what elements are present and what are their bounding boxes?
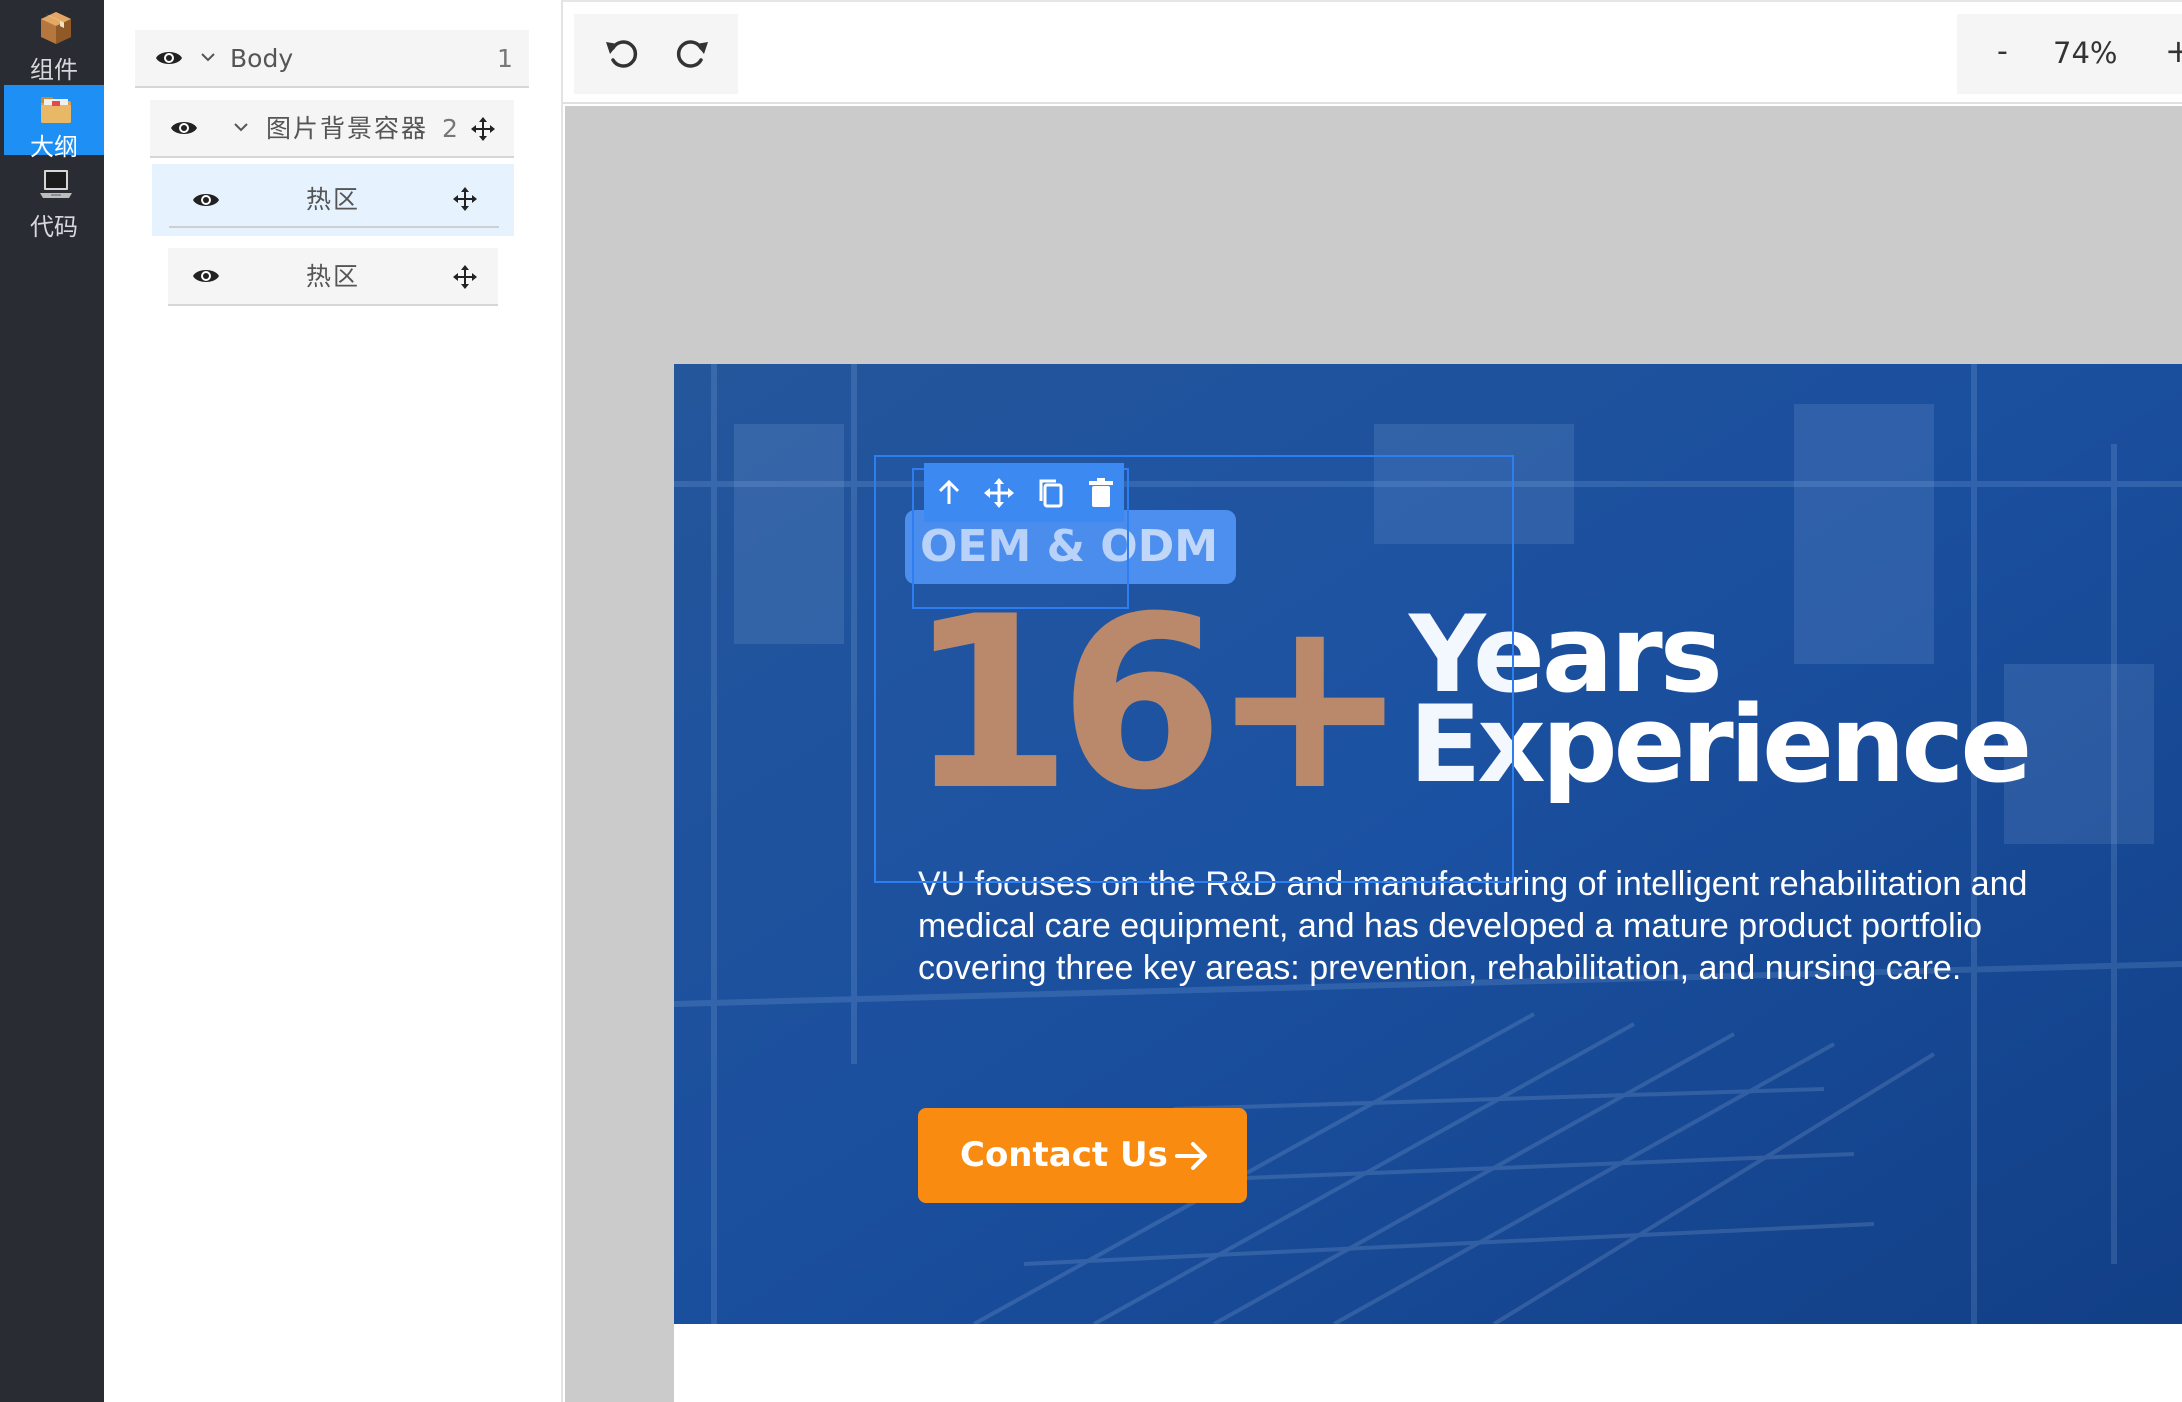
redo-icon[interactable] <box>670 30 716 76</box>
tree-count-image-container: 2 <box>442 114 458 143</box>
tree-row-image-container[interactable]: 图片背景容器 2 <box>150 100 514 158</box>
move-icon[interactable] <box>452 186 478 212</box>
tree-label-image-container: 图片背景容器 <box>266 114 429 143</box>
arrow-right-icon <box>1175 1142 1207 1170</box>
selection-toolbar <box>924 463 1124 522</box>
package-icon <box>41 12 71 44</box>
tree-row-hotzone-2[interactable]: 热区 <box>168 248 498 306</box>
tree-label-hotzone-1: 热区 <box>306 185 361 214</box>
zoom-in-button[interactable]: + <box>2165 32 2182 70</box>
tree-row-body[interactable]: Body 1 <box>135 30 529 88</box>
tree-row-hotzone-1[interactable]: 热区 <box>152 164 514 236</box>
left-rail: 组件 大纲 代码 <box>0 0 104 1402</box>
move-icon[interactable] <box>452 264 478 290</box>
page-preview: OEM & ODM 16+ Years Experience VU focuse… <box>674 364 2182 1402</box>
editor-canvas: OEM & ODM 16+ Years Experience VU focuse… <box>565 106 2182 1402</box>
outline-panel: Body 1 图片背景容器 2 热区 热区 <box>104 0 563 1402</box>
laptop-icon <box>40 170 72 198</box>
rail-label-components: 组件 <box>30 56 78 84</box>
contact-us-button[interactable]: Contact Us <box>918 1108 1247 1203</box>
row-divider <box>169 226 499 228</box>
eye-icon[interactable] <box>170 118 198 138</box>
move-icon[interactable] <box>982 476 1016 510</box>
rail-item-outline[interactable]: 大纲 <box>4 85 104 161</box>
top-toolbar: - 74% + <box>563 0 2182 104</box>
rail-label-code: 代码 <box>30 213 78 241</box>
chevron-down-icon[interactable] <box>232 120 250 134</box>
eye-icon[interactable] <box>192 266 220 286</box>
trash-icon[interactable] <box>1084 476 1118 510</box>
image-background-container[interactable]: OEM & ODM 16+ Years Experience VU focuse… <box>674 364 2182 1324</box>
history-group <box>574 14 738 94</box>
arrow-up-icon[interactable] <box>932 476 966 510</box>
contact-us-label: Contact Us <box>960 1135 1168 1175</box>
undo-icon[interactable] <box>598 30 644 76</box>
folder-icon <box>41 97 71 123</box>
rail-item-code[interactable]: 代码 <box>4 157 104 257</box>
copy-icon[interactable] <box>1034 476 1068 510</box>
chevron-down-icon[interactable] <box>199 50 217 64</box>
move-icon[interactable] <box>470 116 496 142</box>
eye-icon[interactable] <box>192 190 220 210</box>
eye-icon[interactable] <box>155 48 183 68</box>
tree-label-hotzone-2: 热区 <box>306 262 361 291</box>
zoom-level: 74% <box>2053 36 2118 70</box>
zoom-group: - 74% + <box>1957 14 2182 94</box>
zoom-out-button[interactable]: - <box>1997 34 2008 69</box>
tree-count-body: 1 <box>497 44 513 73</box>
tree-label-body: Body <box>230 44 294 73</box>
